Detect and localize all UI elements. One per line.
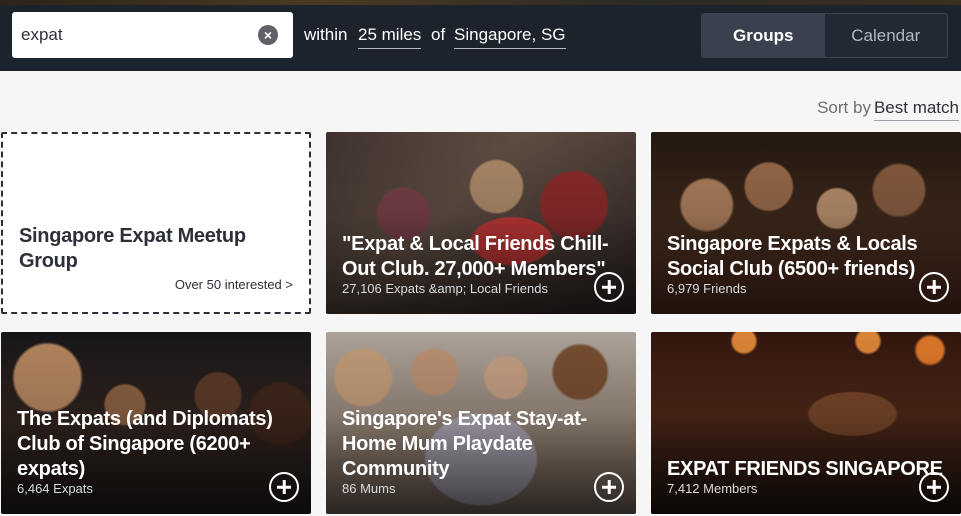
group-title: EXPAT FRIENDS SINGAPORE — [667, 458, 943, 480]
top-search-bar: × within 25 miles of Singapore, SG Group… — [0, 0, 961, 71]
search-box[interactable]: × — [12, 12, 293, 58]
group-member-count: 27,106 Expats &amp; Local Friends — [342, 281, 548, 296]
group-title: "Expat & Local Friends Chill-Out Club. 2… — [342, 233, 609, 280]
within-label: within — [304, 25, 348, 44]
group-card[interactable]: Singapore Expats & Locals Social Club (6… — [651, 132, 961, 314]
radius-selector[interactable]: 25 miles — [358, 25, 422, 49]
search-input[interactable] — [21, 22, 251, 48]
group-interest-link[interactable]: Over 50 interested > — [175, 277, 293, 292]
group-member-count: 6,979 Friends — [667, 281, 747, 296]
tab-calendar[interactable]: Calendar — [825, 14, 948, 57]
group-card[interactable]: Singapore Expat Meetup Group Over 50 int… — [1, 132, 311, 314]
of-label: of — [431, 25, 446, 44]
plus-circle-icon[interactable] — [919, 472, 949, 502]
group-title: Singapore Expat Meetup Group — [19, 225, 246, 272]
clear-circle-icon[interactable]: × — [258, 25, 278, 45]
group-card[interactable]: EXPAT FRIENDS SINGAPORE 7,412 Members — [651, 332, 961, 514]
plus-circle-icon[interactable] — [594, 472, 624, 502]
group-member-count: 86 Mums — [342, 481, 396, 496]
group-card[interactable]: "Expat & Local Friends Chill-Out Club. 2… — [326, 132, 636, 314]
sort-label: Sort by — [817, 98, 871, 117]
header-banner-strip — [0, 0, 961, 5]
view-toggle: Groups Calendar — [701, 13, 948, 58]
group-title: Singapore's Expat Stay-at-Home Mum Playd… — [342, 408, 587, 480]
sort-control: Sort by Best match — [817, 98, 959, 121]
location-selector[interactable]: Singapore, SG — [454, 25, 566, 49]
plus-circle-icon[interactable] — [594, 272, 624, 302]
group-member-count: 7,412 Members — [667, 481, 758, 496]
plus-circle-icon[interactable] — [919, 272, 949, 302]
plus-circle-icon[interactable] — [269, 472, 299, 502]
group-card[interactable]: Singapore's Expat Stay-at-Home Mum Playd… — [326, 332, 636, 514]
group-member-count: 6,464 Expats — [17, 481, 93, 496]
tab-groups[interactable]: Groups — [702, 14, 825, 57]
sort-dropdown[interactable]: Best match — [873, 98, 959, 121]
group-card[interactable]: The Expats (and Diplomats) Club of Singa… — [1, 332, 311, 514]
group-title: Singapore Expats & Locals Social Club (6… — [667, 233, 918, 280]
group-title: The Expats (and Diplomats) Club of Singa… — [17, 408, 273, 480]
